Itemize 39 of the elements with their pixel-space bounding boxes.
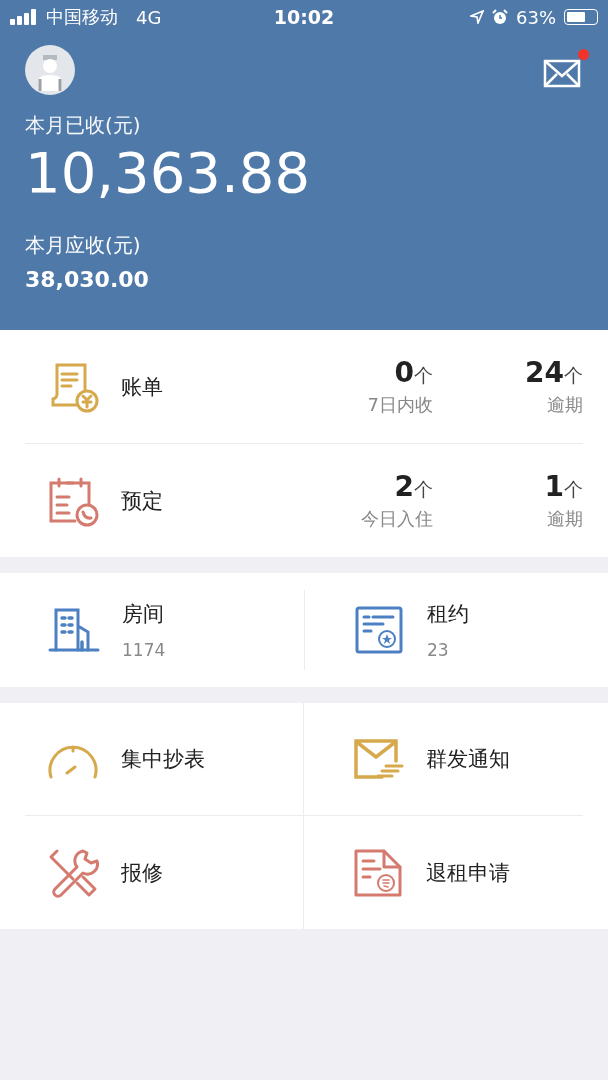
received-amount: 10,363.88 [25,141,311,205]
battery-percent: 63% [516,6,556,28]
mail-icon [543,57,583,89]
action-title: 集中抄表 [121,746,205,773]
tile-count: 1174 [122,640,166,660]
action-item[interactable]: 退租申请 [304,816,583,929]
stat-count: 1个 [544,470,583,505]
stat-count: 2个 [394,470,433,505]
action-item[interactable]: 群发通知 [304,703,583,816]
avatar-icon[interactable] [25,45,75,95]
clock-time: 10:02 [273,6,335,28]
stat-count: 0个 [394,356,433,391]
stat-label: 逾期 [547,506,583,531]
summary-row[interactable]: 预定 2个 今日入住 1个 逾期 [25,444,583,557]
battery-icon [564,9,598,25]
network-type: 4G [136,6,162,28]
due-amount: 38,030.00 [25,267,150,292]
action-title: 报修 [121,859,163,887]
carrier-name: 中国移动 [46,5,118,29]
due-label: 本月应收(元) [25,232,142,259]
menu-tile[interactable]: 房间 1174 [0,590,304,670]
alarm-clock-icon [492,9,508,25]
received-label: 本月已收(元) [25,112,142,139]
tile-title: 房间 [122,601,165,628]
tile-title: 租约 [427,601,469,628]
stat-label: 今日入住 [361,506,433,531]
action-item[interactable]: 集中抄表 [25,703,304,816]
summary-title: 预定 [121,487,164,515]
summary-row[interactable]: 账单 0个 7日内收 24个 逾期 [25,330,583,444]
stat-label: 7日内收 [367,392,433,417]
tile-count: 23 [427,640,450,660]
menu-tile[interactable]: 租约 23 [304,590,608,670]
stat-count: 24个 [525,356,583,391]
location-arrow-icon [470,10,484,24]
action-title: 退租申请 [426,859,510,887]
action-item[interactable]: 报修 [25,816,304,929]
action-title: 群发通知 [426,746,510,773]
summary-title: 账单 [121,373,164,401]
stat-label: 逾期 [547,392,583,417]
